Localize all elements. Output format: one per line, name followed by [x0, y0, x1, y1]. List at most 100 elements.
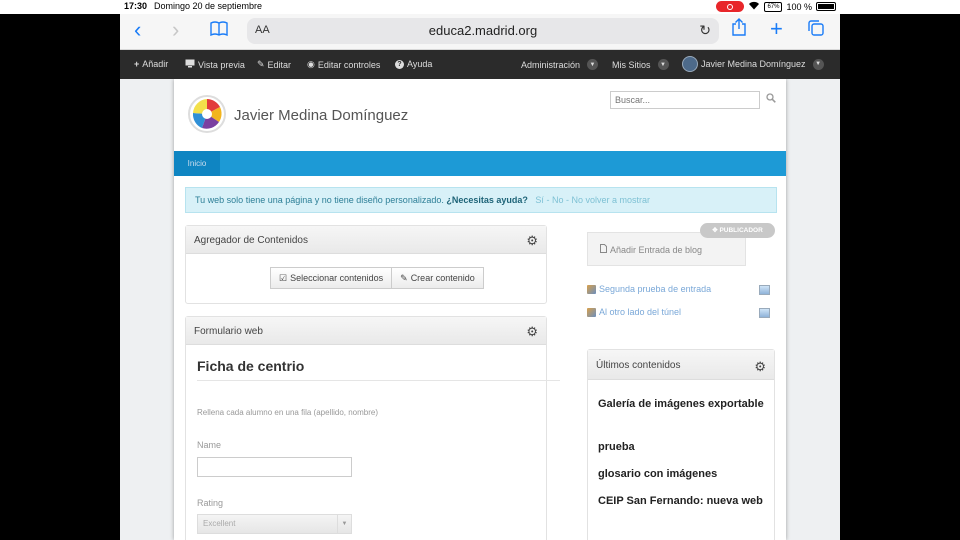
dock-my-sites-label: Mis Sitios: [612, 59, 651, 70]
chevron-down-icon: ▼: [337, 515, 351, 533]
portlet-title: Agregador de Contenidos: [194, 235, 308, 246]
add-blog-entry-link[interactable]: Añadir Entrada de blog: [600, 244, 702, 255]
rating-label: Rating: [197, 498, 224, 508]
share-icon[interactable]: [732, 18, 746, 41]
latest-content-portlet: Últimos contenidos ⚙ Galería de imágenes…: [587, 349, 775, 540]
blog-entry-link[interactable]: Segunda prueba de entrada: [587, 284, 711, 294]
dock-add[interactable]: + Añadir: [134, 59, 168, 69]
avatar: [682, 56, 698, 72]
screen: 17:30 Domingo 20 de septiembre 67% 100 %…: [0, 0, 960, 540]
divider: [197, 380, 560, 381]
publisher-badge: ✥ PUBLICADOR: [700, 223, 775, 238]
web-form-portlet: Formulario web ⚙ Ficha de centrio Rellen…: [185, 316, 560, 540]
form-heading: Ficha de centrio: [197, 358, 305, 374]
dockbar: + Añadir Vista previa ✎ Editar ◉ Editar …: [120, 50, 840, 79]
chevron-down-icon: ▼: [812, 58, 824, 70]
blog-entry-link[interactable]: Al otro lado del túnel: [587, 307, 681, 317]
dock-user[interactable]: Javier Medina Domínguez ▼: [682, 56, 824, 72]
eye-icon: ◉: [307, 59, 315, 69]
content-aggregator-portlet: Agregador de Contenidos ⚙ ☑ Seleccionar …: [185, 225, 547, 304]
gear-icon[interactable]: ⚙: [526, 324, 538, 340]
alert-question: ¿Necesitas ayuda?: [446, 195, 528, 205]
dock-user-label: Javier Medina Domínguez: [701, 59, 806, 69]
move-icon: ✥: [712, 227, 718, 234]
tabs-icon[interactable]: [808, 20, 824, 41]
edit-icon: ✎: [257, 59, 265, 69]
alert-separator: -: [566, 195, 569, 205]
gear-icon[interactable]: ⚙: [754, 359, 766, 375]
select-content-label: Seleccionar contenidos: [290, 273, 384, 283]
alert-separator: -: [546, 195, 550, 205]
list-item[interactable]: Galería de imágenes exportable: [598, 397, 766, 412]
help-icon: ?: [395, 59, 404, 69]
url-text: educa2.madrid.org: [428, 23, 538, 38]
form-description: Rellena cada alumno en una fila (apellid…: [197, 408, 378, 417]
portlet-header: Agregador de Contenidos ⚙: [186, 226, 546, 254]
battery-icon: [816, 2, 836, 11]
add-entry-label: Añadir Entrada de blog: [610, 244, 703, 255]
name-input[interactable]: [197, 457, 352, 477]
dock-preview-label: Vista previa: [198, 59, 245, 70]
portlet-title: Formulario web: [194, 326, 263, 337]
monitor-icon: [185, 59, 195, 70]
screen-recording-icon: [716, 1, 745, 12]
dock-admin-label: Administración: [521, 59, 581, 70]
create-content-button[interactable]: ✎ Crear contenido: [392, 267, 484, 289]
alert-text: Tu web solo tiene una página y no tiene …: [195, 195, 444, 205]
new-tab-icon[interactable]: +: [770, 16, 783, 42]
image-icon: [759, 308, 770, 318]
blog-entry-icon: [587, 307, 596, 317]
page: Javier Medina Domínguez Inicio Tu web so…: [120, 79, 840, 540]
nav-item-inicio[interactable]: Inicio: [174, 151, 220, 176]
list-item[interactable]: CEIP San Fernando: nueva web: [598, 494, 766, 509]
dock-edit[interactable]: ✎ Editar: [257, 59, 291, 70]
dock-edit-controls[interactable]: ◉ Editar controles: [307, 59, 380, 70]
forward-icon[interactable]: ›: [172, 18, 179, 42]
reload-icon[interactable]: ↻: [699, 22, 711, 39]
main-navigation: Inicio: [174, 151, 786, 176]
name-label: Name: [197, 440, 222, 450]
search-icon[interactable]: [766, 93, 776, 106]
portlet-header: Últimos contenidos ⚙: [588, 350, 774, 380]
bookmarks-icon[interactable]: [210, 20, 228, 41]
site-title[interactable]: Javier Medina Domínguez: [234, 107, 408, 124]
status-time: 17:30: [124, 1, 148, 11]
dock-my-sites[interactable]: Mis Sitios ▼: [612, 59, 669, 70]
chevron-down-icon: ▼: [657, 59, 669, 70]
plus-icon: +: [134, 59, 140, 69]
rating-select[interactable]: Excellent ▼: [197, 514, 352, 534]
site-logo[interactable]: [188, 95, 226, 133]
chevron-down-icon: ▼: [587, 59, 599, 70]
select-content-button[interactable]: ☑ Seleccionar contenidos: [270, 267, 393, 289]
dock-edit-controls-label: Editar controles: [317, 59, 381, 70]
portlet-header: Formulario web ⚙: [186, 317, 546, 345]
blog-entry-title: Segunda prueba de entrada: [599, 284, 712, 294]
back-icon[interactable]: ‹: [134, 18, 141, 42]
address-bar[interactable]: AA educa2.madrid.org ↻: [247, 18, 719, 44]
dock-edit-label: Editar: [267, 59, 292, 70]
site-wrapper: Javier Medina Domínguez Inicio Tu web so…: [174, 79, 786, 540]
checkbox-icon: ☑: [279, 273, 288, 283]
portlet-title: Últimos contenidos: [596, 360, 681, 371]
blog-entry-icon: [587, 284, 596, 294]
alert-no-link[interactable]: No: [552, 195, 564, 205]
list-item[interactable]: glosario con imágenes: [598, 467, 766, 482]
gear-icon[interactable]: ⚙: [526, 233, 538, 249]
rating-value: Excellent: [203, 519, 236, 528]
dock-admin[interactable]: Administración ▼: [521, 59, 599, 70]
wifi-icon: [748, 1, 760, 12]
create-content-label: Crear contenido: [410, 273, 475, 283]
alert-never-link[interactable]: No volver a mostrar: [572, 195, 651, 205]
dock-add-label: Añadir: [142, 59, 169, 69]
list-item[interactable]: prueba: [598, 440, 766, 455]
safari-toolbar: ‹ › AA educa2.madrid.org ↻ +: [120, 14, 840, 50]
info-alert: Tu web solo tiene una página y no tiene …: [185, 187, 777, 213]
dock-help[interactable]: ? Ayuda: [395, 59, 432, 69]
dock-preview[interactable]: Vista previa: [185, 59, 245, 70]
alert-yes-link[interactable]: Sí: [535, 195, 544, 205]
battery-saver-badge: 67%: [764, 1, 783, 12]
blog-entry-title: Al otro lado del túnel: [599, 307, 682, 317]
search-input[interactable]: [610, 91, 760, 109]
pencil-icon: ✎: [400, 273, 408, 283]
image-icon: [759, 285, 770, 295]
